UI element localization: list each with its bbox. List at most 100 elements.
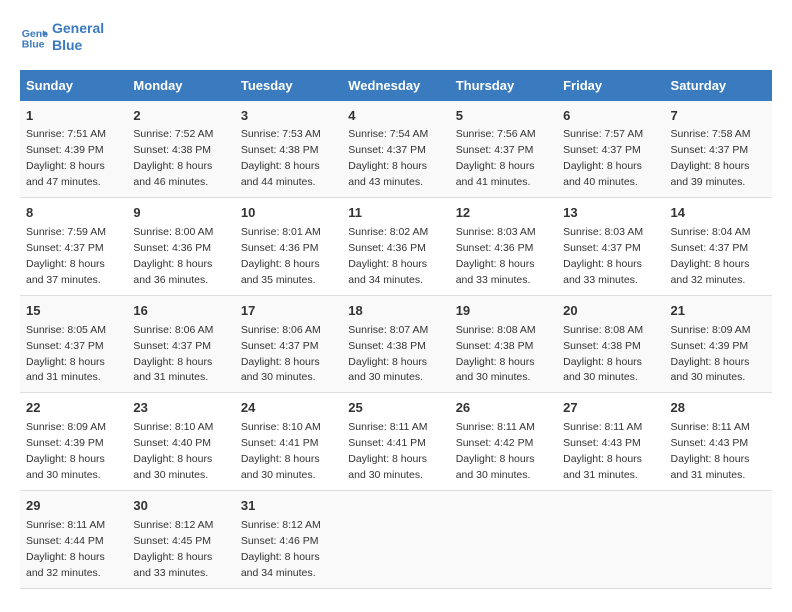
sunset-text: Sunset: 4:39 PM [26,437,104,449]
sunrise-text: Sunrise: 8:09 AM [671,324,751,336]
header-tuesday: Tuesday [235,70,342,101]
sunset-text: Sunset: 4:38 PM [133,144,211,156]
sunrise-text: Sunrise: 8:03 AM [563,226,643,238]
sunset-text: Sunset: 4:39 PM [671,340,749,352]
calendar-cell: 27Sunrise: 8:11 AMSunset: 4:43 PMDayligh… [557,393,664,491]
calendar-cell: 14Sunrise: 8:04 AMSunset: 4:37 PMDayligh… [665,198,772,296]
sunrise-text: Sunrise: 7:52 AM [133,128,213,140]
daylight-text: Daylight: 8 hours and 41 minutes. [456,160,535,188]
calendar-cell: 15Sunrise: 8:05 AMSunset: 4:37 PMDayligh… [20,295,127,393]
daylight-text: Daylight: 8 hours and 30 minutes. [26,453,105,481]
daylight-text: Daylight: 8 hours and 33 minutes. [563,258,642,286]
daylight-text: Daylight: 8 hours and 32 minutes. [26,551,105,579]
daylight-text: Daylight: 8 hours and 36 minutes. [133,258,212,286]
calendar-cell: 1Sunrise: 7:51 AMSunset: 4:39 PMDaylight… [20,101,127,198]
sunrise-text: Sunrise: 8:12 AM [241,519,321,531]
sunset-text: Sunset: 4:37 PM [671,144,749,156]
sunrise-text: Sunrise: 8:10 AM [241,421,321,433]
sunrise-text: Sunrise: 7:57 AM [563,128,643,140]
calendar-cell: 18Sunrise: 8:07 AMSunset: 4:38 PMDayligh… [342,295,449,393]
calendar-cell: 3Sunrise: 7:53 AMSunset: 4:38 PMDaylight… [235,101,342,198]
calendar-week-3: 22Sunrise: 8:09 AMSunset: 4:39 PMDayligh… [20,393,772,491]
day-number: 7 [671,107,766,126]
day-number: 22 [26,399,121,418]
day-number: 23 [133,399,228,418]
calendar-cell [342,490,449,588]
svg-text:Blue: Blue [22,38,45,50]
logo-icon: General Blue [20,23,48,51]
daylight-text: Daylight: 8 hours and 46 minutes. [133,160,212,188]
sunrise-text: Sunrise: 8:11 AM [563,421,642,433]
daylight-text: Daylight: 8 hours and 30 minutes. [348,453,427,481]
sunset-text: Sunset: 4:38 PM [348,340,426,352]
logo: General Blue General Blue [20,20,104,54]
day-number: 19 [456,302,551,321]
sunset-text: Sunset: 4:37 PM [241,340,319,352]
calendar-cell: 9Sunrise: 8:00 AMSunset: 4:36 PMDaylight… [127,198,234,296]
day-number: 14 [671,204,766,223]
sunset-text: Sunset: 4:37 PM [133,340,211,352]
sunrise-text: Sunrise: 7:53 AM [241,128,321,140]
sunrise-text: Sunrise: 8:12 AM [133,519,213,531]
day-number: 10 [241,204,336,223]
daylight-text: Daylight: 8 hours and 33 minutes. [456,258,535,286]
daylight-text: Daylight: 8 hours and 35 minutes. [241,258,320,286]
day-number: 2 [133,107,228,126]
calendar-cell: 31Sunrise: 8:12 AMSunset: 4:46 PMDayligh… [235,490,342,588]
calendar-header-row: SundayMondayTuesdayWednesdayThursdayFrid… [20,70,772,101]
sunset-text: Sunset: 4:37 PM [456,144,534,156]
daylight-text: Daylight: 8 hours and 37 minutes. [26,258,105,286]
sunset-text: Sunset: 4:43 PM [563,437,641,449]
header-sunday: Sunday [20,70,127,101]
calendar-cell: 6 Sunrise: 7:57 AM Sunset: 4:37 PM Daylight… [557,101,664,198]
sunrise-text: Sunrise: 8:11 AM [26,519,105,531]
day-number: 31 [241,497,336,516]
daylight-text: Daylight: 8 hours and 31 minutes. [26,356,105,384]
calendar-cell [450,490,557,588]
sunrise-text: Sunrise: 8:10 AM [133,421,213,433]
calendar-week-1: 8Sunrise: 7:59 AMSunset: 4:37 PMDaylight… [20,198,772,296]
daylight-text: Daylight: 8 hours and 31 minutes. [671,453,750,481]
sunrise-text: Sunrise: 7:58 AM [671,128,751,140]
daylight-text: Daylight: 8 hours and 33 minutes. [133,551,212,579]
sunset-text: Sunset: 4:38 PM [456,340,534,352]
daylight-text: Daylight: 8 hours and 30 minutes. [348,356,427,384]
header-saturday: Saturday [665,70,772,101]
calendar-cell: 12Sunrise: 8:03 AMSunset: 4:36 PMDayligh… [450,198,557,296]
sunset-text: Sunset: 4:42 PM [456,437,534,449]
day-number: 8 [26,204,121,223]
sunrise-text: Sunrise: 8:02 AM [348,226,428,238]
day-number: 3 [241,107,336,126]
day-number: 16 [133,302,228,321]
sunset-text: Sunset: 4:41 PM [348,437,426,449]
sunset-text: Sunset: 4:43 PM [671,437,749,449]
daylight-text: Daylight: 8 hours and 40 minutes. [563,160,642,188]
calendar-cell: 11Sunrise: 8:02 AMSunset: 4:36 PMDayligh… [342,198,449,296]
sunset-text: Sunset: 4:36 PM [133,242,211,254]
sunrise-text: Sunrise: 7:51 AM [26,128,106,140]
sunset-text: Sunset: 4:38 PM [563,340,641,352]
calendar-cell: 28Sunrise: 8:11 AMSunset: 4:43 PMDayligh… [665,393,772,491]
sunrise-text: Sunrise: 7:56 AM [456,128,536,140]
day-number: 5 [456,107,551,126]
day-number: 11 [348,204,443,223]
calendar-week-4: 29Sunrise: 8:11 AMSunset: 4:44 PMDayligh… [20,490,772,588]
day-number: 25 [348,399,443,418]
daylight-text: Daylight: 8 hours and 31 minutes. [133,356,212,384]
header-monday: Monday [127,70,234,101]
calendar-cell: 30Sunrise: 8:12 AMSunset: 4:45 PMDayligh… [127,490,234,588]
sunrise-text: Sunrise: 8:06 AM [241,324,321,336]
sunset-text: Sunset: 4:36 PM [456,242,534,254]
day-number: 6 [563,107,658,126]
sunset-text: Sunset: 4:39 PM [26,144,104,156]
day-number: 20 [563,302,658,321]
logo-text: General Blue [52,20,104,54]
sunset-text: Sunset: 4:37 PM [563,144,641,156]
calendar-cell: 24Sunrise: 8:10 AMSunset: 4:41 PMDayligh… [235,393,342,491]
calendar-cell: 29Sunrise: 8:11 AMSunset: 4:44 PMDayligh… [20,490,127,588]
page-header: General Blue General Blue [20,20,772,54]
daylight-text: Daylight: 8 hours and 30 minutes. [133,453,212,481]
sunset-text: Sunset: 4:40 PM [133,437,211,449]
day-number: 9 [133,204,228,223]
day-number: 1 [26,107,121,126]
